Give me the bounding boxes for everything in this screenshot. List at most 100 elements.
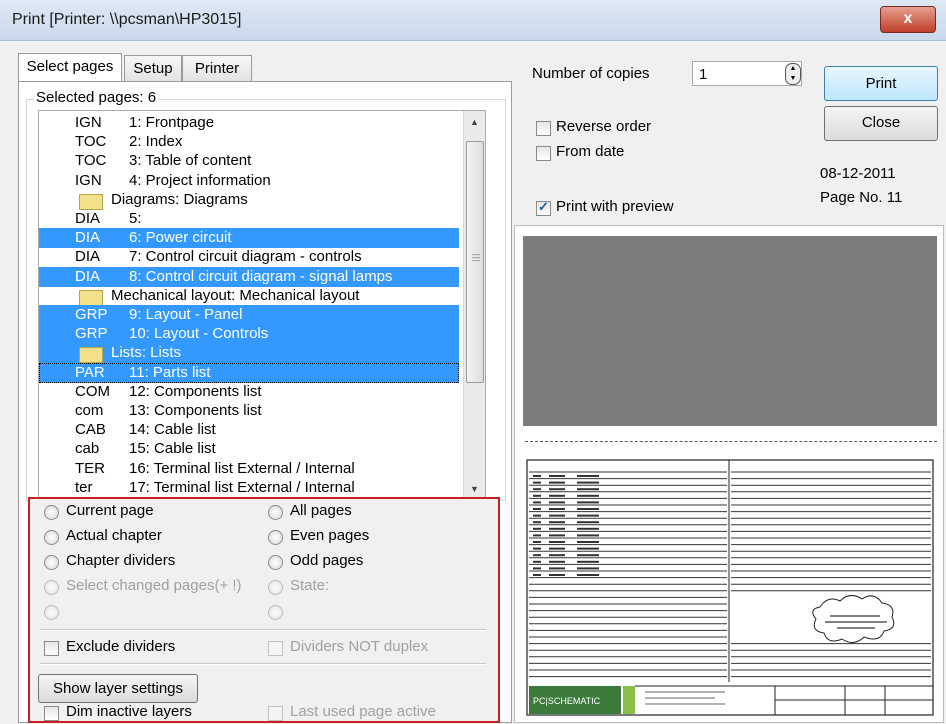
show-layer-settings-button[interactable]: Show layer settings <box>38 674 198 703</box>
dim-inactive-layers-checkbox[interactable] <box>44 706 59 721</box>
page-type-code: TOC <box>75 152 107 170</box>
page-range-options: Current page Actual chapter Chapter divi… <box>28 497 500 723</box>
list-item[interactable]: TOC 2: Index <box>39 132 459 152</box>
reverse-order-label: Reverse order <box>556 118 652 135</box>
scroll-thumb[interactable]: — — — <box>466 141 484 383</box>
window-titlebar: Print [Printer: \\pcsman\HP3015] x <box>0 0 946 41</box>
pages-listbox[interactable]: IGN 1: Frontpage TOC 2: Index TOC 3: Table of… <box>38 110 486 501</box>
list-item[interactable]: DIA 8: Control circuit diagram - signal l… <box>39 266 459 287</box>
page-type-code: GRP <box>75 325 108 343</box>
dialog-client: Select pages Setup Printer Selected page… <box>0 41 946 724</box>
page-type-code: cab <box>75 440 100 458</box>
page-number-text: Page No. 11 <box>820 189 903 206</box>
all-pages-radio[interactable] <box>268 505 283 520</box>
list-item[interactable]: DIA 5: <box>39 209 459 229</box>
even-pages-radio[interactable] <box>268 530 283 545</box>
page-description: 16: Terminal list External / Internal <box>129 459 355 477</box>
page-type-code: GRP <box>75 306 108 323</box>
pages-scrollbar[interactable]: ▲ — — — ▼ <box>463 111 485 500</box>
chapter-dividers-label: Chapter dividers <box>66 552 176 569</box>
page-type-code: TER <box>75 459 105 477</box>
page-type-code: com <box>75 402 104 419</box>
select-changed-radio <box>44 580 59 595</box>
folder-icon <box>79 289 103 306</box>
list-item[interactable]: PAR 11: Parts list <box>39 362 459 383</box>
state-radio <box>268 580 283 595</box>
current-page-radio[interactable] <box>44 505 59 520</box>
grip-icon: — — — <box>472 250 480 265</box>
current-page-label: Current page <box>66 502 154 519</box>
window-title: Print [Printer: \\pcsman\HP3015] <box>12 11 242 28</box>
reverse-order-checkbox[interactable] <box>536 121 551 136</box>
page-type-code: IGN <box>75 114 102 131</box>
page-description: 7: Control circuit diagram - controls <box>129 248 362 266</box>
from-date-checkbox[interactable] <box>536 146 551 161</box>
page-type-code: DIA <box>75 248 101 266</box>
page-type-code: DIA <box>75 267 101 285</box>
list-item[interactable]: GRP 10: Layout - Controls <box>39 324 459 345</box>
exclude-dividers-checkbox[interactable] <box>44 641 59 656</box>
tab-printer[interactable]: Printer <box>182 55 252 81</box>
print-with-preview-checkbox[interactable] <box>536 199 551 216</box>
folder-label: Mechanical layout: Mechanical layout <box>111 286 360 304</box>
all-pages-label: All pages <box>290 502 352 519</box>
page-description: 10: Layout - Controls <box>129 325 269 343</box>
page-type-code: DIA <box>75 210 101 227</box>
copies-spinner-icon[interactable]: ▲ ▼ <box>785 63 801 85</box>
select-changed-label: Select changed pages(+ !) <box>66 577 242 594</box>
folder-icon <box>79 193 103 210</box>
list-item[interactable]: com 13: Components list <box>39 401 459 421</box>
list-item[interactable]: ter 17: Terminal list External / Internal <box>39 478 459 498</box>
page-description: 6: Power circuit <box>129 229 232 247</box>
list-item[interactable]: IGN 1: Frontpage <box>39 113 459 133</box>
tab-setup[interactable]: Setup <box>124 55 182 81</box>
folder-label: Lists: Lists <box>111 344 182 362</box>
page-type-code: PAR <box>75 363 105 381</box>
print-preview: PC|SCHEMATIC <box>514 225 944 723</box>
extra-radio-left <box>44 605 59 620</box>
actual-chapter-radio[interactable] <box>44 530 59 545</box>
list-item[interactable]: COM 12: Components list <box>39 382 459 402</box>
scroll-down-arrow-icon[interactable]: ▼ <box>464 480 485 498</box>
list-folder-row[interactable]: Lists: Lists <box>39 343 459 364</box>
print-button[interactable]: Print <box>824 66 938 101</box>
list-item[interactable]: cab 15: Cable list <box>39 439 459 459</box>
scroll-up-arrow-icon[interactable]: ▲ <box>464 113 485 131</box>
list-item[interactable]: TOC 3: Table of content <box>39 151 459 171</box>
from-date-label: From date <box>556 143 625 160</box>
window-close-button[interactable]: x <box>880 6 936 33</box>
selected-pages-count: Selected pages: 6 <box>34 89 159 106</box>
list-item[interactable]: CAB 14: Cable list <box>39 420 459 440</box>
exclude-dividers-label: Exclude dividers <box>66 638 176 655</box>
page-description: 1: Frontpage <box>129 114 215 131</box>
parts-list-thumbnail: PC|SCHEMATIC <box>526 459 934 716</box>
close-button[interactable]: Close <box>824 106 938 141</box>
list-item[interactable]: GRP 9: Layout - Panel <box>39 305 459 325</box>
chapter-dividers-radio[interactable] <box>44 555 59 570</box>
odd-pages-label: Odd pages <box>290 552 364 569</box>
dim-inactive-layers-label: Dim inactive layers <box>66 703 192 720</box>
extra-radio-right <box>268 605 283 620</box>
page-description: 3: Table of content <box>129 152 252 170</box>
list-item[interactable]: TER 16: Terminal list External / Internal <box>39 459 459 479</box>
tab-select-pages[interactable]: Select pages <box>18 53 122 81</box>
page-type-code: TOC <box>75 133 107 151</box>
list-item[interactable]: IGN 4: Project information <box>39 171 459 191</box>
list-folder-row[interactable]: Diagrams: Diagrams <box>39 190 459 210</box>
odd-pages-radio[interactable] <box>268 555 283 570</box>
list-item[interactable]: DIA 7: Control circuit diagram - controls <box>39 247 459 267</box>
page-description: 17: Terminal list External / Internal <box>129 478 355 496</box>
page-type-code: IGN <box>75 171 102 189</box>
dividers-not-duplex-checkbox <box>268 641 283 656</box>
page-type-code: COM <box>75 382 110 400</box>
list-folder-row[interactable]: Mechanical layout: Mechanical layout <box>39 286 459 306</box>
page-description: 15: Cable list <box>129 440 216 458</box>
copies-label: Number of copies <box>532 65 650 82</box>
state-label: State: <box>290 577 330 594</box>
page-description: 12: Components list <box>129 382 262 400</box>
page-type-code: DIA <box>75 229 101 247</box>
folder-icon <box>79 347 103 364</box>
page-type-code: ter <box>75 478 93 496</box>
page-description: 11: Parts list <box>129 363 211 381</box>
list-item[interactable]: DIA 6: Power circuit <box>39 228 459 249</box>
